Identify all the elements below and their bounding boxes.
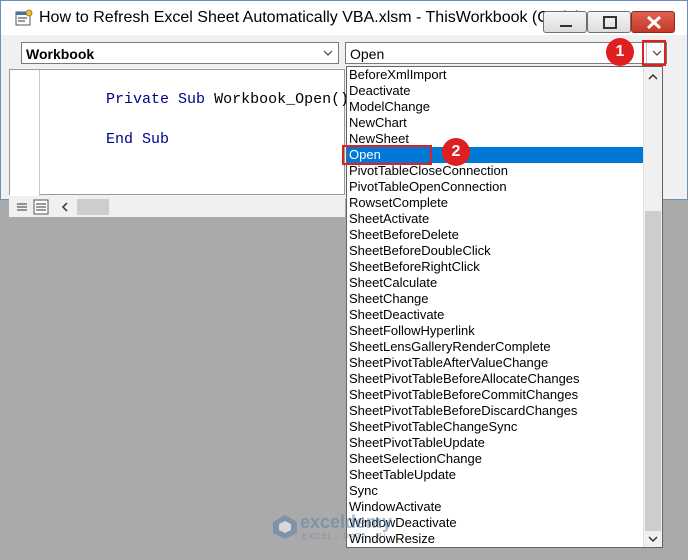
annotation-box-open bbox=[342, 145, 432, 165]
step-badge-2: 2 bbox=[442, 138, 470, 166]
procedure-dropdown-value: Open bbox=[350, 46, 385, 62]
annotation-box-arrow bbox=[642, 40, 666, 66]
procedure-list-item[interactable]: ModelChange bbox=[347, 99, 643, 115]
vertical-scrollbar-thumb[interactable] bbox=[645, 211, 661, 531]
watermark-tagline: EXCEL · DATA · BI bbox=[302, 532, 387, 541]
procedure-list-item[interactable]: SheetActivate bbox=[347, 211, 643, 227]
procedure-list-item[interactable]: SheetChange bbox=[347, 291, 643, 307]
watermark-name: exceldemy bbox=[300, 512, 393, 532]
close-icon bbox=[646, 15, 662, 30]
keyword-end: End bbox=[106, 131, 134, 148]
maximize-icon bbox=[603, 16, 617, 29]
procedure-list-item[interactable]: SheetTableUpdate bbox=[347, 467, 643, 483]
procedure-list-item[interactable]: SheetPivotTableChangeSync bbox=[347, 419, 643, 435]
procedure-list-item[interactable]: SheetBeforeDoubleClick bbox=[347, 243, 643, 259]
procedure-list-item[interactable]: Deactivate bbox=[347, 83, 643, 99]
procedure-list-item[interactable]: SheetCalculate bbox=[347, 275, 643, 291]
full-module-view-icon[interactable] bbox=[33, 199, 49, 215]
procedure-list-item[interactable]: SheetSelectionChange bbox=[347, 451, 643, 467]
window-title: How to Refresh Excel Sheet Automatically… bbox=[39, 9, 581, 26]
keyword-private: Private bbox=[106, 91, 170, 108]
procedure-list-item[interactable]: SheetPivotTableUpdate bbox=[347, 435, 643, 451]
procedure-list-item[interactable]: PivotTableCloseConnection bbox=[347, 163, 643, 179]
horizontal-scrollbar[interactable] bbox=[9, 197, 345, 217]
object-dropdown-value: Workbook bbox=[26, 46, 95, 62]
procedure-list-item[interactable]: NewChart bbox=[347, 115, 643, 131]
procedure-list-item[interactable]: SheetPivotTableBeforeAllocateChanges bbox=[347, 371, 643, 387]
vertical-scrollbar[interactable] bbox=[643, 67, 662, 547]
procedure-list-item[interactable]: SheetFollowHyperlink bbox=[347, 323, 643, 339]
watermark: exceldemy EXCEL · DATA · BI bbox=[272, 510, 392, 546]
minimize-button[interactable] bbox=[543, 11, 587, 33]
procedure-list-item[interactable]: SheetPivotTableBeforeDiscardChanges bbox=[347, 403, 643, 419]
maximize-button[interactable] bbox=[587, 11, 631, 33]
code-editor[interactable]: Private Sub Workbook_Open() End Sub bbox=[9, 69, 349, 196]
step-badge-1: 1 bbox=[606, 38, 634, 66]
object-dropdown[interactable]: Workbook bbox=[21, 42, 339, 64]
chevron-down-icon[interactable] bbox=[647, 533, 659, 545]
procedure-list-item[interactable]: Sync bbox=[347, 483, 643, 499]
procedure-list-item[interactable]: RowsetComplete bbox=[347, 195, 643, 211]
procedure-view-icon[interactable] bbox=[15, 200, 29, 214]
procedure-list-item[interactable]: PivotTableOpenConnection bbox=[347, 179, 643, 195]
keyword-sub: Sub bbox=[178, 91, 206, 108]
procedure-list-item[interactable]: SheetBeforeRightClick bbox=[347, 259, 643, 275]
procedure-list-item[interactable]: SheetDeactivate bbox=[347, 307, 643, 323]
chevron-down-icon bbox=[323, 50, 333, 56]
procedure-name: Workbook_Open() bbox=[214, 91, 350, 108]
horizontal-scrollbar-thumb[interactable] bbox=[77, 199, 109, 215]
close-button[interactable] bbox=[631, 11, 675, 33]
minimize-icon bbox=[560, 25, 572, 27]
procedure-list-items: BeforeXmlImport Deactivate ModelChange NewC… bbox=[347, 67, 643, 547]
code-line-2: End Sub bbox=[52, 114, 169, 165]
procedure-list-item[interactable]: SheetPivotTableAfterValueChange bbox=[347, 355, 643, 371]
procedure-list-item[interactable]: SheetPivotTableBeforeCommitChanges bbox=[347, 387, 643, 403]
procedure-list-item[interactable]: SheetLensGalleryRenderComplete bbox=[347, 339, 643, 355]
procedure-list-item[interactable]: SheetBeforeDelete bbox=[347, 227, 643, 243]
vba-module-icon bbox=[15, 9, 33, 26]
keyword-sub: Sub bbox=[142, 131, 170, 148]
exceldemy-logo-icon bbox=[273, 515, 297, 539]
chevron-left-icon[interactable] bbox=[59, 201, 71, 213]
title-bar[interactable]: How to Refresh Excel Sheet Automatically… bbox=[1, 1, 687, 35]
procedure-list[interactable]: BeforeXmlImport Deactivate ModelChange NewC… bbox=[346, 66, 663, 548]
chevron-up-icon[interactable] bbox=[647, 71, 659, 83]
code-margin bbox=[10, 70, 40, 196]
procedure-list-item[interactable]: BeforeXmlImport bbox=[347, 67, 643, 83]
